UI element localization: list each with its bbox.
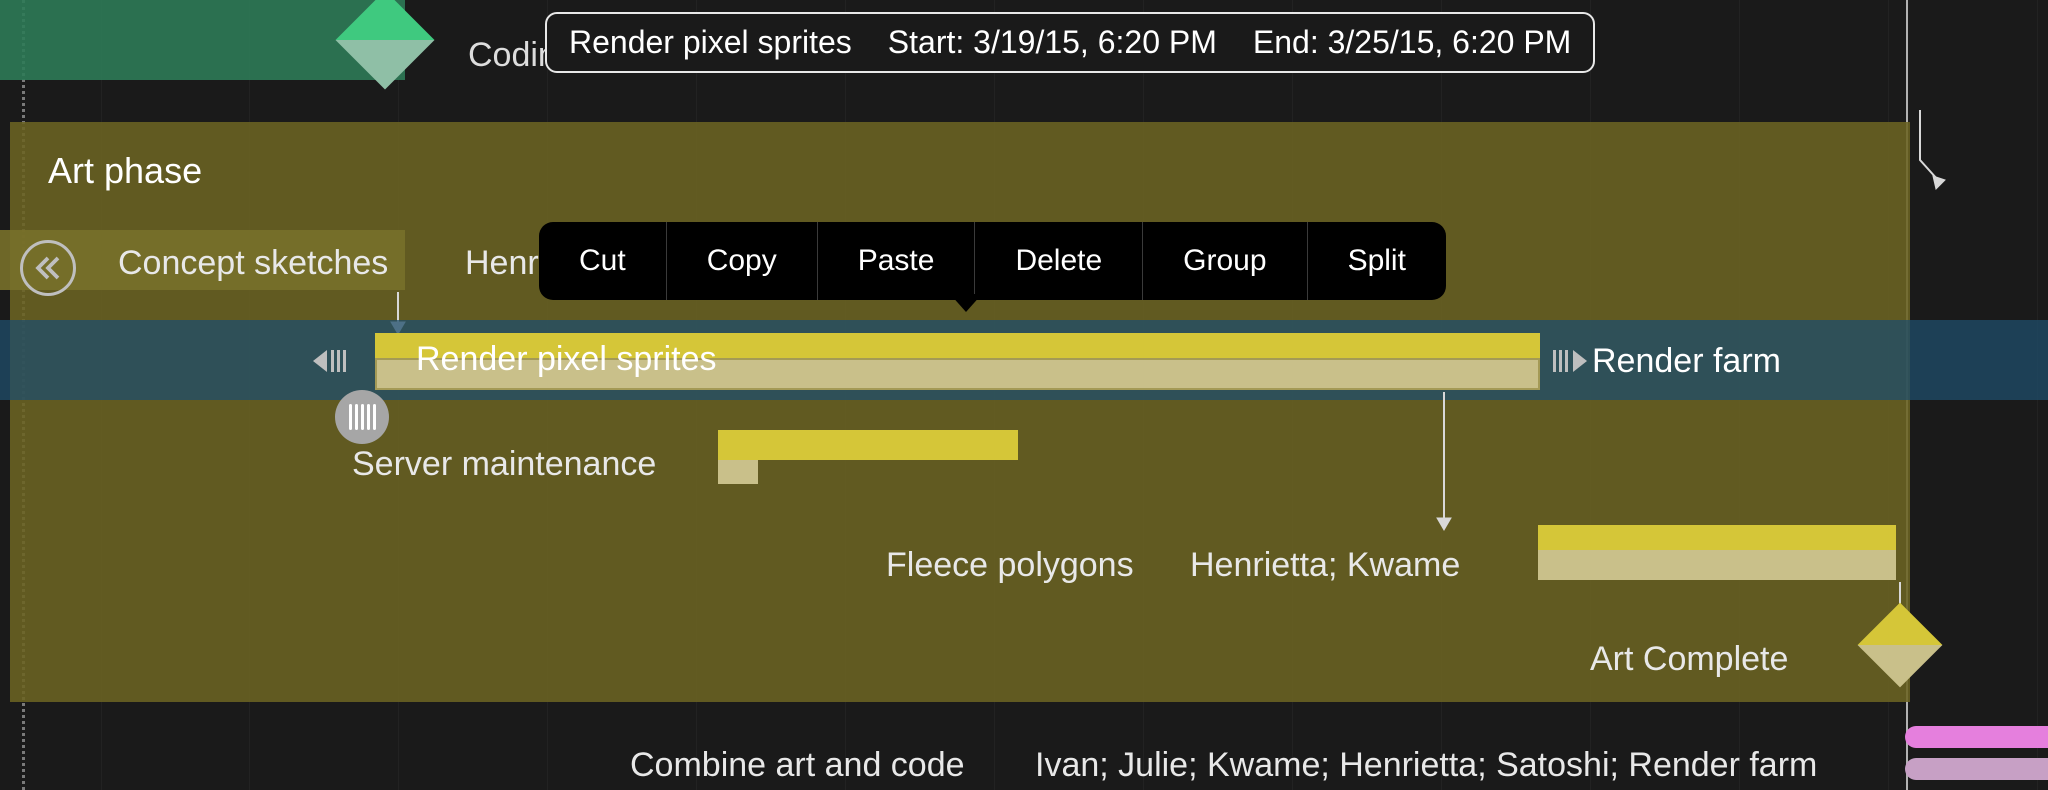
task-label: Concept sketches — [118, 244, 388, 283]
menu-paste[interactable]: Paste — [818, 222, 976, 300]
menu-copy[interactable]: Copy — [667, 222, 818, 300]
task-resources: Henrietta; Kwame — [1190, 546, 1460, 585]
drag-handle-left-icon — [313, 346, 353, 376]
task-bar-fleece-polygons[interactable] — [1538, 525, 1896, 550]
task-tooltip: Render pixel sprites Start: 3/19/15, 6:2… — [545, 12, 1595, 73]
task-bar-small[interactable] — [718, 430, 1018, 460]
task-progress-combine[interactable] — [1905, 758, 2048, 780]
grip-icon — [349, 404, 376, 430]
dependency-arrow-icon — [1890, 110, 1950, 190]
task-progress-small — [718, 460, 758, 484]
task-resources: Ivan; Julie; Kwame; Henrietta; Satoshi; … — [1035, 746, 1817, 785]
task-resources: Render farm — [1592, 342, 1781, 381]
menu-split[interactable]: Split — [1308, 222, 1446, 300]
menu-cut[interactable]: Cut — [539, 222, 667, 300]
phase-label: Art phase — [48, 150, 202, 192]
tooltip-start: Start: 3/19/15, 6:20 PM — [888, 24, 1217, 61]
task-bar-combine[interactable] — [1905, 726, 2048, 748]
context-menu-pointer-icon — [950, 294, 982, 312]
task-label: Combine art and code — [630, 746, 965, 785]
chevron-left-double-icon — [33, 253, 63, 283]
menu-group[interactable]: Group — [1143, 222, 1307, 300]
task-label: Render pixel sprites — [416, 340, 716, 379]
constraint-handle[interactable] — [335, 390, 389, 444]
drag-handle-right-icon — [1547, 346, 1587, 376]
resize-handle-right[interactable] — [1547, 347, 1587, 375]
milestone-label: Art Complete — [1590, 640, 1788, 679]
phase-bar-art[interactable] — [10, 122, 1910, 702]
task-label: Fleece polygons — [886, 546, 1134, 585]
dependency-arrow-icon — [1434, 392, 1464, 532]
collapse-button[interactable] — [20, 240, 76, 296]
menu-delete[interactable]: Delete — [975, 222, 1143, 300]
task-label: Server maintenance — [352, 445, 656, 484]
context-menu: Cut Copy Paste Delete Group Split — [539, 222, 1446, 300]
tooltip-end: End: 3/25/15, 6:20 PM — [1253, 24, 1571, 61]
task-progress-fleece-polygons[interactable] — [1538, 550, 1896, 580]
tooltip-title: Render pixel sprites — [569, 24, 852, 61]
resize-handle-left[interactable] — [313, 347, 353, 375]
